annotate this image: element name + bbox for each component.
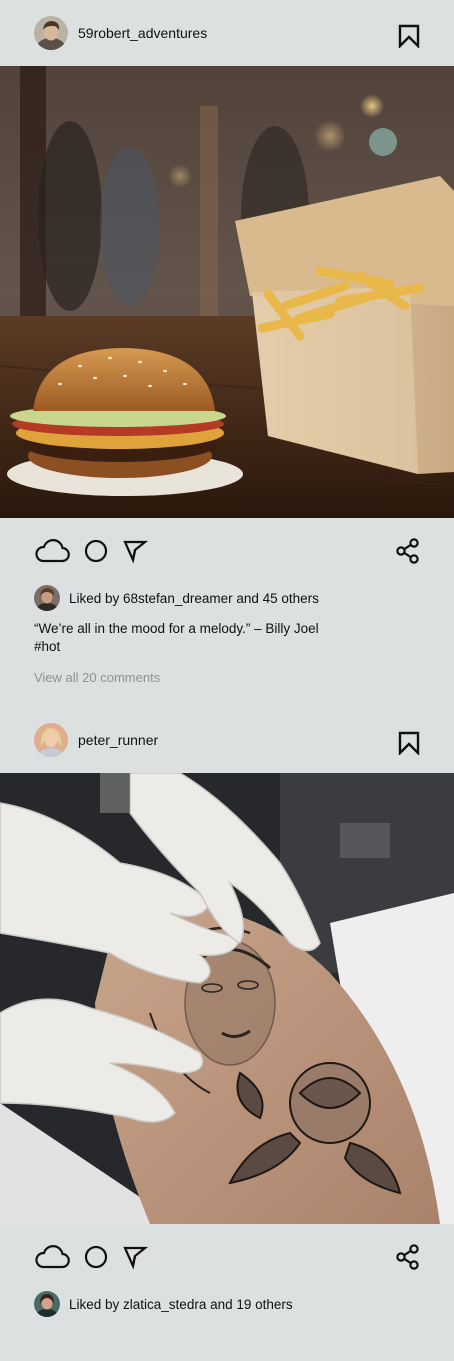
circle-icon[interactable] <box>83 538 109 569</box>
send-arrow-icon[interactable] <box>122 538 149 569</box>
bookmark-icon[interactable] <box>398 731 420 756</box>
post-header: 59robert_adventures <box>0 0 454 66</box>
post-2: peter_runner Liked by zlatica_stedra and… <box>0 707 454 1318</box>
post-photo-tattoo[interactable] <box>0 773 454 1224</box>
post-header: peter_runner <box>0 707 454 773</box>
post-photo-burger[interactable] <box>0 66 454 518</box>
post-username[interactable]: peter_runner <box>78 732 158 748</box>
avatar[interactable] <box>34 723 68 757</box>
cloud-icon[interactable] <box>34 538 70 569</box>
avatar[interactable] <box>34 585 60 611</box>
circle-icon[interactable] <box>83 1244 109 1275</box>
action-bar <box>0 1224 454 1290</box>
action-bar <box>0 518 454 584</box>
likes-row: Liked by 68stefan_dreamer and 45 others <box>0 584 454 612</box>
caption-hashtag[interactable]: #hot <box>34 638 420 656</box>
post-username[interactable]: 59robert_adventures <box>78 25 207 41</box>
post-caption: “We’re all in the mood for a melody.” – … <box>0 620 454 656</box>
cloud-icon[interactable] <box>34 1244 70 1275</box>
likes-text[interactable]: Liked by 68stefan_dreamer and 45 others <box>69 591 319 606</box>
share-icon[interactable] <box>396 1244 420 1275</box>
bookmark-icon[interactable] <box>398 24 420 49</box>
avatar[interactable] <box>34 16 68 50</box>
caption-text: “We’re all in the mood for a melody.” – … <box>34 621 319 636</box>
share-icon[interactable] <box>396 538 420 569</box>
likes-text[interactable]: Liked by zlatica_stedra and 19 others <box>69 1297 293 1312</box>
post-1: 59robert_adventures Liked by 68stefan_dr… <box>0 0 454 685</box>
view-comments-link[interactable]: View all 20 comments <box>0 670 454 685</box>
avatar[interactable] <box>34 1291 60 1317</box>
send-arrow-icon[interactable] <box>122 1244 149 1275</box>
likes-row: Liked by zlatica_stedra and 19 others <box>0 1290 454 1318</box>
